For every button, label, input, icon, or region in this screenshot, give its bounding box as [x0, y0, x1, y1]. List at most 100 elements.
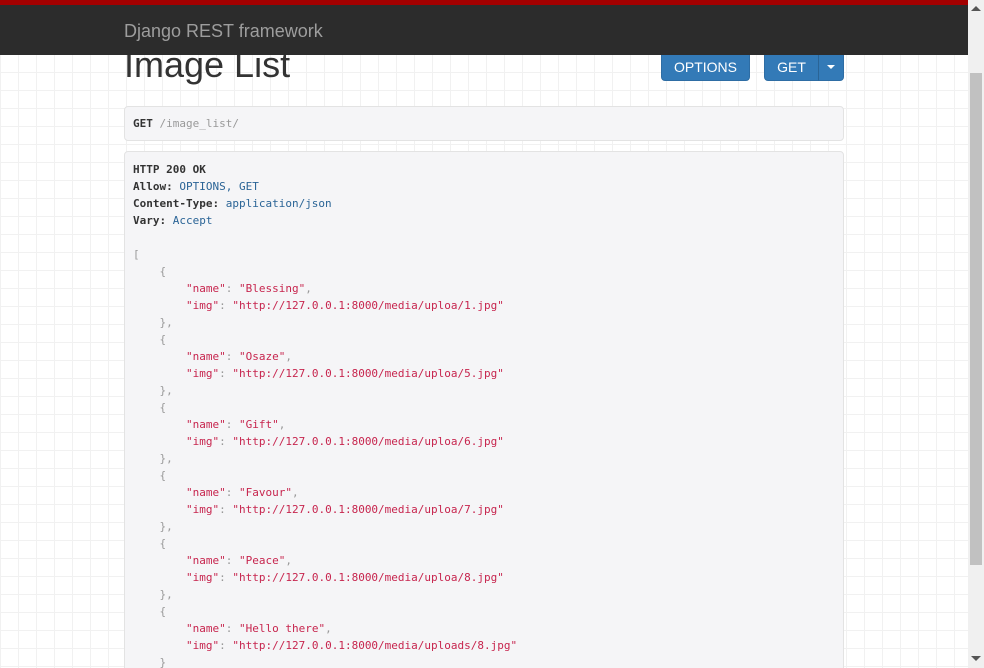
json-token: }, — [133, 384, 173, 397]
json-string: " — [497, 503, 504, 516]
json-string: http://127.0.0.1:8000/media/uploa/7.jpg — [238, 503, 498, 516]
json-string: Hello there — [245, 622, 319, 635]
json-line: [ — [133, 246, 835, 263]
json-string: "name" — [185, 486, 226, 499]
json-string: " — [497, 367, 504, 380]
json-img-line: "img": "http://127.0.0.1:8000/media/uplo… — [133, 433, 835, 450]
json-token: application/json — [225, 197, 332, 210]
json-string: "name" — [185, 622, 226, 635]
json-name-line: "name": "Favour", — [133, 484, 835, 501]
json-string: "name" — [185, 554, 226, 567]
json-string: http://127.0.0.1:8000/media/uploa/1.jpg — [238, 299, 498, 312]
json-string: Peace — [245, 554, 279, 567]
json-token: Content-Type: — [133, 197, 220, 210]
json-line: }, — [133, 518, 835, 535]
json-string: " — [232, 503, 239, 516]
json-string: " — [232, 367, 239, 380]
response-status: HTTP 200 OK — [133, 163, 206, 176]
json-token: : — [225, 282, 239, 295]
json-string: " — [238, 486, 246, 499]
json-token: }, — [133, 588, 173, 601]
json-string: " — [285, 486, 292, 499]
json-token: OPTIONS, GET — [179, 180, 259, 193]
json-string: http://127.0.0.1:8000/media/uploa/6.jpg — [238, 435, 498, 448]
get-button[interactable]: GET — [764, 52, 819, 81]
json-token: { — [133, 265, 167, 278]
request-info: GET /image_list/ — [124, 106, 844, 141]
options-button[interactable]: OPTIONS — [661, 52, 750, 81]
json-name-line: "name": "Gift", — [133, 416, 835, 433]
response-header: Content-Type: application/json — [133, 195, 835, 212]
scroll-up-icon[interactable] — [971, 6, 981, 11]
json-img-line: "img": "http://127.0.0.1:8000/media/uplo… — [133, 637, 835, 654]
json-token: { — [133, 605, 167, 618]
json-string: " — [232, 571, 239, 584]
json-img-line: "img": "http://127.0.0.1:8000/media/uplo… — [133, 501, 835, 518]
json-token: : — [225, 418, 239, 431]
response-info: HTTP 200 OK Allow: OPTIONS, GET Content-T… — [124, 151, 844, 668]
json-string: Blessing — [245, 282, 299, 295]
response-header: Vary: Accept — [133, 212, 835, 229]
json-line: { — [133, 603, 835, 620]
json-name-line: "name": "Peace", — [133, 552, 835, 569]
json-string: "name" — [185, 282, 226, 295]
json-token: }, — [133, 520, 173, 533]
json-token: Vary: — [133, 214, 167, 227]
json-token: , — [291, 486, 299, 499]
json-token: { — [133, 333, 167, 346]
json-string: " — [238, 554, 246, 567]
json-name-line: "name": "Osaze", — [133, 348, 835, 365]
json-line: }, — [133, 382, 835, 399]
json-token: : — [219, 435, 233, 448]
json-token: { — [133, 469, 167, 482]
json-string: " — [497, 299, 504, 312]
json-token: }, — [133, 316, 173, 329]
json-string: " — [510, 639, 518, 652]
json-line: }, — [133, 586, 835, 603]
json-img-line: "img": "http://127.0.0.1:8000/media/uplo… — [133, 365, 835, 382]
json-token: : — [225, 554, 239, 567]
json-token: : — [219, 571, 233, 584]
json-name-line: "name": "Hello there", — [133, 620, 835, 637]
json-token: Allow: — [133, 180, 173, 193]
json-line: { — [133, 535, 835, 552]
json-string: " — [238, 418, 246, 431]
json-token: : — [225, 622, 239, 635]
get-format-dropdown[interactable] — [818, 52, 844, 81]
json-line: }, — [133, 450, 835, 467]
json-img-line: "img": "http://127.0.0.1:8000/media/uplo… — [133, 297, 835, 314]
json-string: http://127.0.0.1:8000/media/uploads/8.jp… — [238, 639, 511, 652]
json-token: , — [285, 554, 292, 567]
json-line: { — [133, 263, 835, 280]
scroll-down-icon[interactable] — [971, 656, 981, 661]
json-string: "img" — [185, 435, 220, 448]
json-string: " — [238, 282, 246, 295]
json-token: } — [133, 656, 167, 668]
json-string: " — [232, 435, 239, 448]
caret-down-icon — [827, 64, 835, 69]
json-line: { — [133, 331, 835, 348]
json-string: "img" — [185, 571, 220, 584]
json-string: Favour — [245, 486, 286, 499]
json-line: } — [133, 654, 835, 668]
json-string: "name" — [185, 350, 226, 363]
json-token: : — [219, 503, 233, 516]
scrollbar-thumb[interactable] — [970, 73, 982, 565]
json-token: : — [225, 486, 239, 499]
json-token: { — [133, 401, 167, 414]
json-token: : — [219, 299, 233, 312]
json-name-line: "name": "Blessing", — [133, 280, 835, 297]
brand-link[interactable]: Django REST framework — [124, 21, 323, 42]
json-string: "img" — [185, 639, 220, 652]
json-string: " — [272, 418, 279, 431]
json-string: " — [232, 299, 239, 312]
